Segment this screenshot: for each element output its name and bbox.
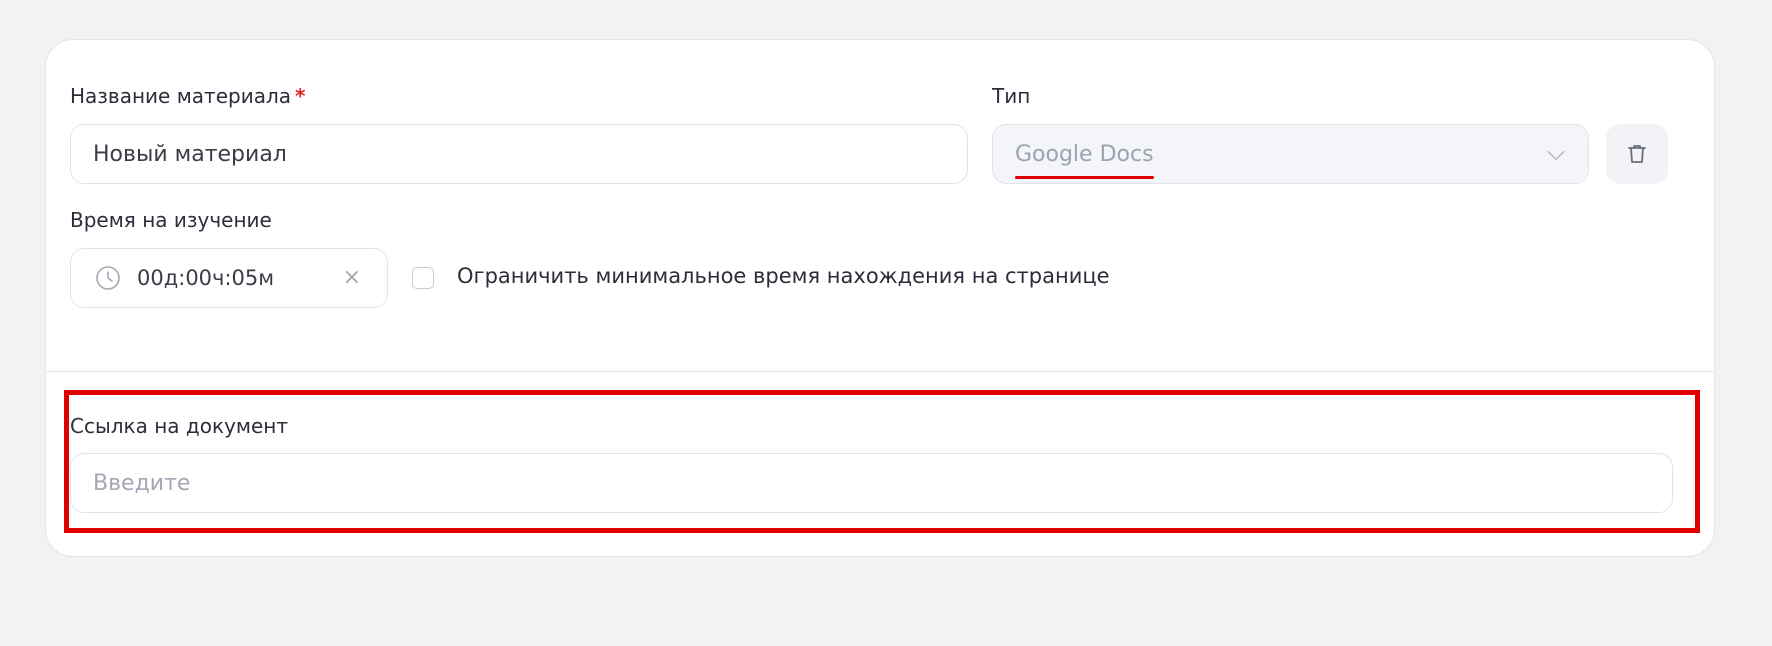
- study-time-value: 00д:00ч:05м: [137, 266, 275, 290]
- study-time-input[interactable]: 00д:00ч:05м ×: [70, 248, 388, 308]
- delete-button[interactable]: [1606, 124, 1668, 184]
- material-name-value: Новый материал: [93, 141, 287, 167]
- clock-icon: [96, 266, 120, 290]
- type-value-underline-annotation: [1015, 175, 1154, 179]
- min-time-checkbox-label[interactable]: Ограничить минимальное время нахождения …: [457, 264, 1110, 288]
- material-name-input[interactable]: Новый материал: [70, 124, 968, 184]
- section-divider: [46, 371, 1714, 372]
- trash-icon: [1628, 145, 1646, 163]
- study-time-label: Время на изучение: [70, 208, 272, 232]
- chevron-down-icon: [1547, 143, 1565, 161]
- type-select-value: Google Docs: [1015, 141, 1154, 179]
- type-select-value-text: Google Docs: [1015, 141, 1154, 167]
- material-card: Название материала * Новый материал Тип G…: [45, 39, 1715, 557]
- type-select[interactable]: Google Docs: [992, 124, 1589, 184]
- required-mark: *: [295, 84, 306, 108]
- document-link-highlight-annotation: [64, 390, 1700, 533]
- type-label: Тип: [992, 84, 1031, 108]
- material-name-label: Название материала *: [70, 84, 305, 108]
- min-time-checkbox[interactable]: [412, 267, 434, 289]
- material-name-label-text: Название материала: [70, 84, 291, 108]
- close-icon[interactable]: ×: [343, 267, 361, 289]
